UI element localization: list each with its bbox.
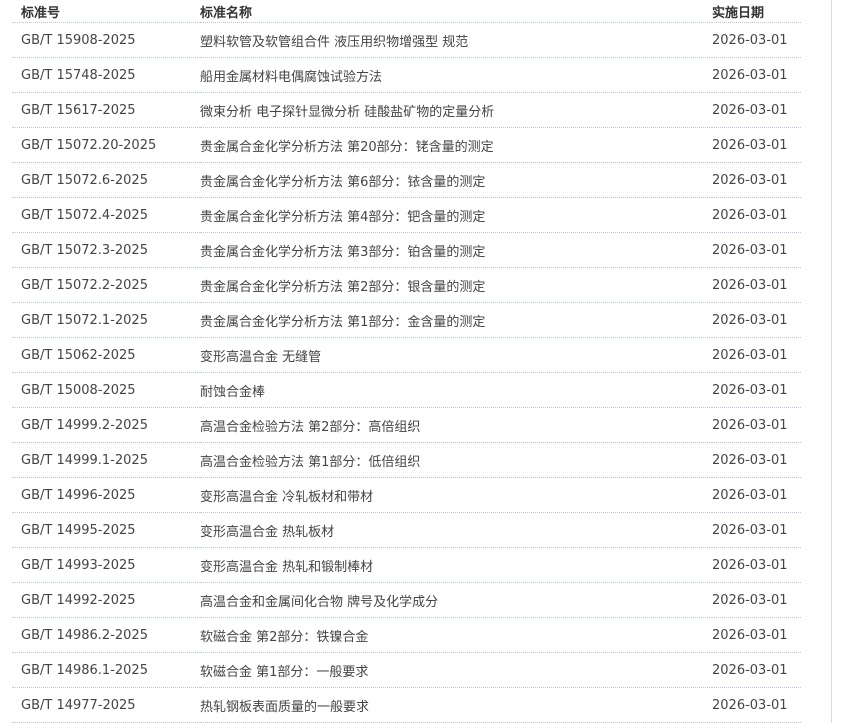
header-implementation-date: 实施日期 (712, 0, 801, 23)
standard-code-link[interactable]: GB/T 14977-2025 (12, 687, 200, 723)
standard-name-link[interactable]: 高温合金检验方法 第1部分：低倍组织 (200, 442, 712, 478)
table-body: GB/T 15908-2025 塑料软管及软管组合件 液压用织物增强型 规范 202… (12, 22, 801, 723)
table-row[interactable]: GB/T 14986.1-2025 软磁合金 第1部分：一般要求 2026-03-0… (12, 652, 801, 688)
table-row[interactable]: GB/T 15072.2-2025 贵金属合金化学分析方法 第2部分：银含量的测定… (12, 267, 801, 303)
implementation-date: 2026-03-01 (712, 267, 801, 303)
table-row[interactable]: GB/T 14999.2-2025 高温合金检验方法 第2部分：高倍组织 2026-… (12, 407, 801, 443)
standard-code-link[interactable]: GB/T 14999.2-2025 (12, 407, 200, 443)
implementation-date: 2026-03-01 (712, 162, 801, 198)
table-row[interactable]: GB/T 15748-2025 船用金属材料电偶腐蚀试验方法 2026-03-01 (12, 57, 801, 93)
standard-name-link[interactable]: 软磁合金 第1部分：一般要求 (200, 652, 712, 688)
implementation-date: 2026-03-01 (712, 92, 801, 128)
standard-name-link[interactable]: 贵金属合金化学分析方法 第2部分：银含量的测定 (200, 267, 712, 303)
implementation-date: 2026-03-01 (712, 197, 801, 233)
table-row[interactable]: GB/T 14992-2025 高温合金和金属间化合物 牌号及化学成分 2026-0… (12, 582, 801, 618)
standard-code-link[interactable]: GB/T 15072.20-2025 (12, 127, 200, 163)
implementation-date: 2026-03-01 (712, 57, 801, 93)
implementation-date: 2026-03-01 (712, 477, 801, 513)
standard-code-link[interactable]: GB/T 14992-2025 (12, 582, 200, 618)
standards-list-page: 标准号 标准名称 实施日期 GB/T 15908-2025 塑料软管及软管组合件 … (0, 0, 842, 723)
table-row[interactable]: GB/T 15908-2025 塑料软管及软管组合件 液压用织物增强型 规范 202… (12, 22, 801, 58)
content-right-border (831, 0, 832, 723)
table-row[interactable]: GB/T 14977-2025 热轧钢板表面质量的一般要求 2026-03-01 (12, 687, 801, 723)
standard-name-link[interactable]: 软磁合金 第2部分：铁镍合金 (200, 617, 712, 653)
table-row[interactable]: GB/T 14986.2-2025 软磁合金 第2部分：铁镍合金 2026-03-0… (12, 617, 801, 653)
standard-name-link[interactable]: 贵金属合金化学分析方法 第6部分：铱含量的测定 (200, 162, 712, 198)
table-row[interactable]: GB/T 15072.6-2025 贵金属合金化学分析方法 第6部分：铱含量的测定… (12, 162, 801, 198)
implementation-date: 2026-03-01 (712, 687, 801, 723)
standard-name-link[interactable]: 变形高温合金 冷轧板材和带材 (200, 477, 712, 513)
standard-name-link[interactable]: 高温合金和金属间化合物 牌号及化学成分 (200, 582, 712, 618)
table-row[interactable]: GB/T 15008-2025 耐蚀合金棒 2026-03-01 (12, 372, 801, 408)
table-row[interactable]: GB/T 15072.1-2025 贵金属合金化学分析方法 第1部分：金含量的测定… (12, 302, 801, 338)
implementation-date: 2026-03-01 (712, 407, 801, 443)
implementation-date: 2026-03-01 (712, 617, 801, 653)
table-row[interactable]: GB/T 15072.3-2025 贵金属合金化学分析方法 第3部分：铂含量的测定… (12, 232, 801, 268)
standard-code-link[interactable]: GB/T 14999.1-2025 (12, 442, 200, 478)
standard-name-link[interactable]: 热轧钢板表面质量的一般要求 (200, 687, 712, 723)
header-standard-code: 标准号 (12, 0, 200, 23)
implementation-date: 2026-03-01 (712, 232, 801, 268)
standard-code-link[interactable]: GB/T 15062-2025 (12, 337, 200, 373)
standard-code-link[interactable]: GB/T 14986.2-2025 (12, 617, 200, 653)
table-row[interactable]: GB/T 15072.20-2025 贵金属合金化学分析方法 第20部分：铑含量的… (12, 127, 801, 163)
standard-code-link[interactable]: GB/T 15072.3-2025 (12, 232, 200, 268)
standard-name-link[interactable]: 船用金属材料电偶腐蚀试验方法 (200, 57, 712, 93)
standard-code-link[interactable]: GB/T 15008-2025 (12, 372, 200, 408)
standard-name-link[interactable]: 贵金属合金化学分析方法 第20部分：铑含量的测定 (200, 127, 712, 163)
standard-name-link[interactable]: 变形高温合金 热轧和锻制棒材 (200, 547, 712, 583)
table-row[interactable]: GB/T 14996-2025 变形高温合金 冷轧板材和带材 2026-03-01 (12, 477, 801, 513)
implementation-date: 2026-03-01 (712, 127, 801, 163)
implementation-date: 2026-03-01 (712, 22, 801, 58)
standard-code-link[interactable]: GB/T 14986.1-2025 (12, 652, 200, 688)
standard-code-link[interactable]: GB/T 15617-2025 (12, 92, 200, 128)
standard-code-link[interactable]: GB/T 14996-2025 (12, 477, 200, 513)
standard-code-link[interactable]: GB/T 14995-2025 (12, 512, 200, 548)
implementation-date: 2026-03-01 (712, 512, 801, 548)
standards-table: 标准号 标准名称 实施日期 GB/T 15908-2025 塑料软管及软管组合件 … (12, 0, 801, 723)
implementation-date: 2026-03-01 (712, 652, 801, 688)
standard-name-link[interactable]: 变形高温合金 热轧板材 (200, 512, 712, 548)
standard-code-link[interactable]: GB/T 15072.2-2025 (12, 267, 200, 303)
standard-code-link[interactable]: GB/T 15072.1-2025 (12, 302, 200, 338)
table-row[interactable]: GB/T 15617-2025 微束分析 电子探针显微分析 硅酸盐矿物的定量分析 2… (12, 92, 801, 128)
standard-name-link[interactable]: 贵金属合金化学分析方法 第4部分：钯含量的测定 (200, 197, 712, 233)
standard-code-link[interactable]: GB/T 15072.6-2025 (12, 162, 200, 198)
implementation-date: 2026-03-01 (712, 582, 801, 618)
standard-name-link[interactable]: 高温合金检验方法 第2部分：高倍组织 (200, 407, 712, 443)
standard-name-link[interactable]: 微束分析 电子探针显微分析 硅酸盐矿物的定量分析 (200, 92, 712, 128)
standard-code-link[interactable]: GB/T 15072.4-2025 (12, 197, 200, 233)
standard-name-link[interactable]: 塑料软管及软管组合件 液压用织物增强型 规范 (200, 22, 712, 58)
standard-code-link[interactable]: GB/T 14993-2025 (12, 547, 200, 583)
table-row[interactable]: GB/T 15062-2025 变形高温合金 无缝管 2026-03-01 (12, 337, 801, 373)
implementation-date: 2026-03-01 (712, 547, 801, 583)
standard-code-link[interactable]: GB/T 15908-2025 (12, 22, 200, 58)
standard-name-link[interactable]: 贵金属合金化学分析方法 第3部分：铂含量的测定 (200, 232, 712, 268)
implementation-date: 2026-03-01 (712, 442, 801, 478)
table-row[interactable]: GB/T 15072.4-2025 贵金属合金化学分析方法 第4部分：钯含量的测定… (12, 197, 801, 233)
table-header-row: 标准号 标准名称 实施日期 (12, 0, 801, 23)
table-row[interactable]: GB/T 14999.1-2025 高温合金检验方法 第1部分：低倍组织 2026-… (12, 442, 801, 478)
implementation-date: 2026-03-01 (712, 302, 801, 338)
implementation-date: 2026-03-01 (712, 372, 801, 408)
standard-name-link[interactable]: 耐蚀合金棒 (200, 372, 712, 408)
table-row[interactable]: GB/T 14995-2025 变形高温合金 热轧板材 2026-03-01 (12, 512, 801, 548)
standard-code-link[interactable]: GB/T 15748-2025 (12, 57, 200, 93)
header-standard-name: 标准名称 (200, 0, 712, 23)
standard-name-link[interactable]: 变形高温合金 无缝管 (200, 337, 712, 373)
standard-name-link[interactable]: 贵金属合金化学分析方法 第1部分：金含量的测定 (200, 302, 712, 338)
implementation-date: 2026-03-01 (712, 337, 801, 373)
table-row[interactable]: GB/T 14993-2025 变形高温合金 热轧和锻制棒材 2026-03-01 (12, 547, 801, 583)
